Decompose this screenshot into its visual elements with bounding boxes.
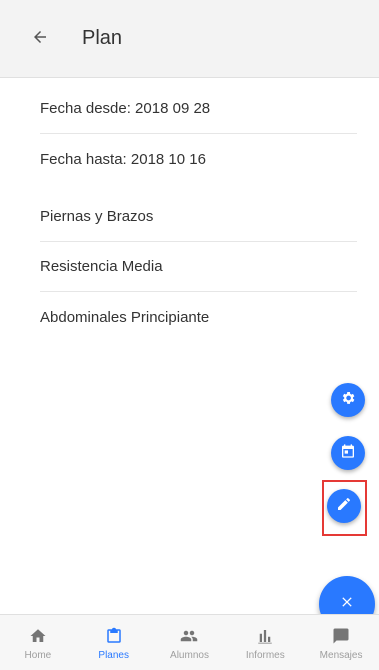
date-to: Fecha hasta: 2018 10 16 xyxy=(40,150,206,168)
app-bar: Plan xyxy=(0,0,379,78)
close-icon xyxy=(339,594,355,615)
people-icon xyxy=(178,625,200,647)
nav-label: Mensajes xyxy=(319,649,363,661)
nav-item-alumnos[interactable]: Alumnos xyxy=(152,615,228,670)
edit-fab[interactable] xyxy=(327,489,361,523)
nav-label: Home xyxy=(24,649,52,661)
nav-label: Alumnos xyxy=(170,649,209,661)
nav-item-planes[interactable]: Planes xyxy=(76,615,152,670)
nav-item-informes[interactable]: Informes xyxy=(227,615,303,670)
bottom-navigation: Home Planes Alumnos Informes Mensajes xyxy=(0,614,379,670)
settings-fab[interactable] xyxy=(331,383,365,417)
message-icon xyxy=(330,625,352,647)
arrow-left-icon xyxy=(31,26,49,52)
calendar-icon xyxy=(340,443,356,464)
date-from: Fecha desde: 2018 09 28 xyxy=(40,84,357,134)
home-icon xyxy=(27,625,49,647)
nav-label: Informes xyxy=(245,649,285,661)
bar-chart-icon xyxy=(254,625,276,647)
exercise-list-item[interactable]: Resistencia Media xyxy=(40,242,357,292)
clipboard-icon xyxy=(103,625,125,647)
nav-item-home[interactable]: Home xyxy=(0,615,76,670)
pencil-icon xyxy=(336,496,352,517)
nav-label: Planes xyxy=(98,649,129,661)
gear-icon xyxy=(340,390,356,411)
back-button[interactable] xyxy=(16,15,64,63)
exercise-list-item[interactable]: Abdominales Principiante xyxy=(40,292,357,342)
nav-item-mensajes[interactable]: Mensajes xyxy=(303,615,379,670)
page-title: Plan xyxy=(82,27,123,49)
exercise-list-item[interactable]: Piernas y Brazos xyxy=(40,192,357,242)
calendar-fab[interactable] xyxy=(331,436,365,470)
